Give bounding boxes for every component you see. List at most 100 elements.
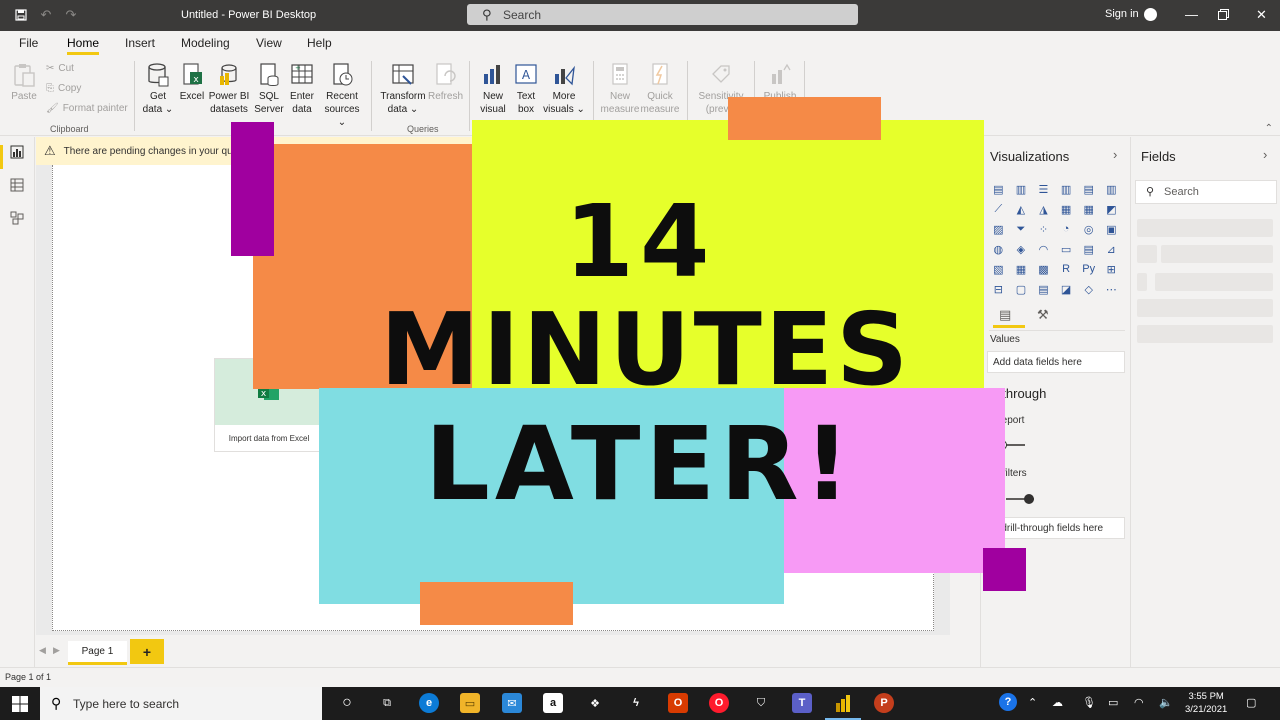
smart-narrative-icon[interactable]: ▤ [1032, 279, 1055, 299]
add-page-button[interactable]: + [130, 639, 164, 664]
tab-insert[interactable]: Insert [125, 36, 155, 50]
fields-tab-icon[interactable]: ▤ [999, 307, 1011, 323]
office-icon[interactable]: O [668, 693, 688, 713]
volume-icon[interactable]: 🔈 [1159, 696, 1173, 709]
filled-map-icon[interactable]: ◈ [1010, 239, 1033, 259]
sign-in-link[interactable]: Sign in [1105, 8, 1139, 20]
amazon-icon[interactable]: a [543, 693, 563, 713]
start-button[interactable] [0, 687, 40, 720]
file-explorer-icon[interactable]: ▭ [460, 693, 480, 713]
teams-icon[interactable]: T [792, 693, 812, 713]
undo-icon[interactable]: ↶ [39, 7, 53, 22]
pie-icon[interactable]: ◔ [1055, 219, 1078, 239]
restore-icon[interactable] [1218, 8, 1229, 23]
format-painter-button[interactable]: 🖌 Format painter [46, 103, 128, 114]
paginated-report-icon[interactable]: ◪ [1055, 279, 1078, 299]
more-visuals-icon[interactable]: ⋯ [1100, 279, 1123, 299]
close-icon[interactable]: ✕ [1256, 7, 1267, 23]
mail-icon[interactable]: ✉ [502, 693, 522, 713]
page-tab-1[interactable]: Page 1 [68, 641, 127, 665]
sql-server-button[interactable]: SQL Server [254, 62, 284, 116]
title-search-box[interactable]: ⚲ Search [467, 4, 858, 25]
values-well[interactable]: Add data fields here [987, 351, 1125, 373]
funnel-icon[interactable]: ⏷ [1010, 219, 1033, 239]
fields-search-input[interactable]: ⚲ Search [1135, 180, 1277, 204]
clustered-bar-icon[interactable]: ☰ [1032, 179, 1055, 199]
new-measure-button[interactable]: New measure [600, 62, 640, 116]
python-visual-icon[interactable]: Py [1077, 259, 1100, 279]
new-visual-button[interactable]: New visual [478, 62, 508, 116]
multi-row-card-icon[interactable]: ▤ [1077, 239, 1100, 259]
data-view-icon[interactable] [10, 178, 26, 194]
tab-help[interactable]: Help [307, 36, 332, 50]
more-visuals-button[interactable]: More visuals ⌄ [543, 62, 585, 116]
scatter-icon[interactable]: ⁘ [1032, 219, 1055, 239]
waterfall-icon[interactable]: ▨ [987, 219, 1010, 239]
area-chart-icon[interactable]: ◭ [1010, 199, 1033, 219]
model-view-icon[interactable] [10, 211, 26, 227]
tab-home[interactable]: Home [67, 36, 100, 55]
key-influencers-icon[interactable]: ⊞ [1100, 259, 1123, 279]
power-bi-datasets-button[interactable]: Power BI datasets [208, 62, 250, 116]
tab-view[interactable]: View [256, 36, 282, 50]
save-icon[interactable] [14, 8, 28, 22]
chevron-right-icon[interactable]: › [1113, 147, 1117, 162]
cut-button[interactable]: ✂ Cut [46, 63, 74, 74]
paste-button[interactable]: Paste [11, 62, 37, 103]
matrix-icon[interactable]: ▩ [1032, 259, 1055, 279]
opera-icon[interactable]: O [709, 693, 729, 713]
dropbox-icon[interactable]: ❖ [585, 693, 605, 713]
stacked-column-100-icon[interactable]: ▥ [1100, 179, 1123, 199]
kpi-icon[interactable]: ⊿ [1100, 239, 1123, 259]
ribbon-chart-icon[interactable]: ◩ [1100, 199, 1123, 219]
qa-icon[interactable]: ▢ [1010, 279, 1033, 299]
clock[interactable]: 3:55 PM 3/21/2021 [1185, 690, 1227, 716]
minimize-icon[interactable]: — [1185, 7, 1198, 22]
card-icon[interactable]: ▭ [1055, 239, 1078, 259]
slicer-icon[interactable]: ▧ [987, 259, 1010, 279]
redo-icon[interactable]: ↷ [64, 7, 78, 22]
cloud-icon[interactable]: ☁ [1052, 696, 1063, 709]
chevron-up-icon[interactable]: ⌃ [1028, 696, 1037, 709]
recent-sources-button[interactable]: Recent sources ⌄ [319, 62, 365, 129]
stacked-area-icon[interactable]: ◮ [1032, 199, 1055, 219]
battery-icon[interactable]: ▭ [1108, 696, 1118, 709]
avatar[interactable] [1144, 8, 1157, 21]
cortana-icon[interactable]: ○ [337, 693, 357, 713]
refresh-button[interactable]: Refresh [428, 62, 463, 103]
wifi-icon[interactable]: ◠ [1134, 696, 1144, 709]
line-chart-icon[interactable]: ⟋ [987, 199, 1010, 219]
taskbar-search[interactable]: ⚲ Type here to search [40, 687, 322, 720]
enter-data-button[interactable]: + Enter data [287, 62, 317, 116]
edge-icon[interactable]: e [419, 693, 439, 713]
chevron-right-icon[interactable]: › [1263, 147, 1267, 162]
next-page-icon[interactable]: ▶ [53, 645, 60, 656]
tab-modeling[interactable]: Modeling [181, 36, 230, 50]
line-stacked-column-icon[interactable]: ▦ [1077, 199, 1100, 219]
format-brush-icon[interactable]: ⚒ [1037, 307, 1049, 323]
prev-page-icon[interactable]: ◀ [39, 645, 46, 656]
copy-button[interactable]: ⎘ Copy [46, 83, 81, 94]
map-icon[interactable]: ◍ [987, 239, 1010, 259]
stacked-bar-100-icon[interactable]: ▤ [1077, 179, 1100, 199]
donut-icon[interactable]: ◎ [1077, 219, 1100, 239]
quick-measure-button[interactable]: Quick measure [640, 62, 680, 116]
transform-data-button[interactable]: Transform data ⌄ [378, 62, 428, 116]
report-view-icon[interactable] [10, 145, 26, 161]
help-icon[interactable]: ? [999, 693, 1017, 711]
powerpoint-icon[interactable]: P [874, 693, 894, 713]
ribbon-collapse-icon[interactable]: ⌃ [1265, 123, 1273, 134]
notifications-icon[interactable]: ▢ [1246, 696, 1256, 709]
text-box-button[interactable]: A Text box [511, 62, 541, 116]
stacked-column-icon[interactable]: ▥ [1010, 179, 1033, 199]
clustered-column-icon[interactable]: ▥ [1055, 179, 1078, 199]
get-data-button[interactable]: Get data ⌄ [142, 62, 174, 116]
power-apps-icon[interactable]: ◇ [1077, 279, 1100, 299]
treemap-icon[interactable]: ▣ [1100, 219, 1123, 239]
r-visual-icon[interactable]: R [1055, 259, 1078, 279]
stacked-bar-icon[interactable]: ▤ [987, 179, 1010, 199]
line-column-icon[interactable]: ▦ [1055, 199, 1078, 219]
bolt-app-icon[interactable]: ϟ [626, 693, 646, 713]
tab-file[interactable]: File [19, 36, 38, 50]
table-visual-icon[interactable]: ▦ [1010, 259, 1033, 279]
